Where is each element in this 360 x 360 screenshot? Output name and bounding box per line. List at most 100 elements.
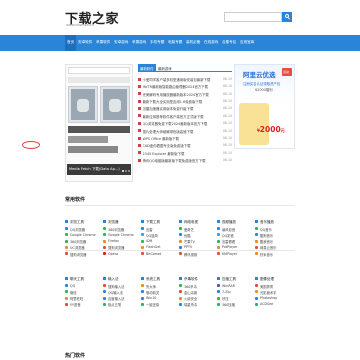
news-item[interactable]: 腾讯QQ电脑版最新版下载免费版官方下载 08-10 (138, 157, 232, 164)
category-heading[interactable]: 聊天工具 (65, 276, 101, 283)
software-name[interactable]: QQ浏览器 (70, 227, 101, 232)
software-name[interactable]: Win10 (146, 296, 177, 300)
category-label[interactable]: 系统工具 (146, 277, 160, 282)
category-heading[interactable]: 浏览工具 (65, 219, 101, 226)
software-name[interactable]: BitComet (146, 252, 177, 256)
software-name[interactable]: 金山毒霸 (184, 290, 215, 295)
category-label[interactable]: 视频播放 (222, 220, 236, 225)
ad-banner[interactable]: 阿里云优选 活动 注册实名认证领取资产包 ¥2000福利 ¥2000元 (234, 64, 295, 149)
software-name[interactable]: FlashGet (146, 245, 177, 249)
software-name[interactable]: 极点五笔 (108, 302, 139, 307)
news-title[interactable]: 2345 Explorer 最新版下载 (143, 151, 221, 156)
software-name[interactable]: ACDSee (260, 302, 291, 306)
software-name[interactable]: 好压 (222, 296, 253, 301)
news-item[interactable]: 最新应用推荐软件客户端官方正式版下载 08-10 (138, 113, 232, 120)
software-name[interactable]: QQ (70, 284, 101, 288)
news-title[interactable]: 图片处理大师破解绿色版高速下载 (143, 129, 221, 134)
software-name[interactable]: 瑞星杀毒 (184, 302, 215, 307)
software-name[interactable]: Google Chrome (108, 233, 139, 237)
software-name[interactable]: 虾米音乐 (260, 252, 291, 257)
software-name[interactable]: 驱动精灵 (146, 290, 177, 295)
news-item[interactable]: QQ浏览器免费下载2024最新版本官方下载 08-10 (138, 120, 232, 127)
category-heading[interactable]: 网络电视 (179, 219, 215, 226)
software-name[interactable]: 360浏览器 (70, 239, 101, 244)
software-name[interactable]: 迅雷看看 (222, 239, 253, 244)
software-name[interactable]: 微信 (70, 290, 101, 295)
software-name[interactable]: 鲁大师 (146, 284, 177, 289)
software-item[interactable]: YY语音 (65, 302, 101, 308)
category-heading[interactable]: 视频播放 (217, 219, 253, 226)
software-item[interactable]: KMPlayer (217, 251, 253, 257)
news-title[interactable]: 完美解码专用播放器最新版本2024官方下载 (143, 92, 221, 97)
software-name[interactable]: 搜狗浏览器 (70, 252, 101, 257)
software-name[interactable]: 光影魔术手 (260, 290, 291, 295)
search-button[interactable] (282, 12, 292, 22)
software-name[interactable]: PotPlayer (222, 245, 253, 249)
carousel-dot[interactable] (125, 170, 127, 172)
software-item[interactable]: ACDSee (255, 302, 291, 308)
software-item[interactable]: 极点五笔 (103, 302, 139, 308)
software-name[interactable]: 腾讯视频 (184, 252, 215, 257)
software-name[interactable]: 爱奇艺 (184, 227, 215, 232)
software-name[interactable]: QQ音乐 (260, 227, 291, 232)
nav-item-home[interactable]: 首页 (65, 35, 77, 51)
category-label[interactable]: 图像处理 (260, 277, 274, 282)
category-label[interactable]: 浏览器 (108, 220, 119, 225)
news-title[interactable]: MeTR最新版智能路由管理器2024官方下载 (143, 84, 221, 89)
news-item[interactable]: WPS Office 最新版下载 08-10 (138, 135, 232, 142)
software-name[interactable]: 美图秀秀 (260, 284, 291, 289)
category-label[interactable]: 音乐播放 (260, 220, 274, 225)
news-item[interactable]: 最新下载大全实用型应用1.6免费版下载 08-10 (138, 98, 232, 105)
nav-item[interactable]: 合集专区 (222, 40, 236, 45)
category-label[interactable]: 压缩工具 (222, 277, 236, 282)
software-item[interactable]: 搜狗浏览器 (65, 251, 101, 257)
category-heading[interactable]: 图像处理 (255, 276, 291, 283)
carousel-dot[interactable] (128, 170, 130, 172)
category-heading[interactable]: 系统工具 (141, 276, 177, 283)
software-item[interactable]: Opera (103, 251, 139, 257)
software-name[interactable]: Photoshop (260, 296, 291, 300)
nav-item[interactable]: 应用宝库 (240, 40, 254, 45)
news-item[interactable]: 完美解码专用播放器最新版本2024官方下载 08-10 (138, 91, 232, 98)
news-title[interactable]: WPS Office 最新版下载 (143, 136, 221, 141)
software-name[interactable]: QQ输入法 (108, 290, 139, 295)
nav-item[interactable]: 安卓游戏 (114, 40, 128, 45)
software-item[interactable]: 腾讯视频 (179, 251, 215, 257)
software-name[interactable]: YY语音 (70, 302, 101, 307)
news-title[interactable]: 最新应用推荐软件客户端官方正式版下载 (143, 114, 221, 119)
software-name[interactable]: 360压缩 (222, 302, 253, 307)
search-input[interactable] (224, 12, 282, 22)
category-heading[interactable]: 输入法 (103, 276, 139, 283)
category-heading[interactable]: 杀毒软件 (179, 276, 215, 283)
software-name[interactable]: 360浏览器 (108, 227, 139, 232)
category-label[interactable]: 浏览工具 (70, 220, 84, 225)
software-name[interactable]: 360杀毒 (184, 284, 215, 289)
category-heading[interactable]: 压缩工具 (217, 276, 253, 283)
software-name[interactable]: QQ旋风 (146, 233, 177, 238)
news-title[interactable]: CAD迷你看图专业版免费版下载 (143, 143, 221, 148)
software-item[interactable]: BitComet (141, 251, 177, 257)
software-name[interactable]: 暴风影音 (222, 227, 253, 232)
software-name[interactable]: Firefox (108, 239, 139, 243)
software-name[interactable]: 迅雷 (146, 227, 177, 232)
category-label[interactable]: 聊天工具 (70, 277, 84, 282)
software-name[interactable]: 酷狗音乐 (260, 233, 291, 238)
software-item[interactable]: 360压缩 (217, 302, 253, 308)
software-item[interactable]: 瑞星杀毒 (179, 302, 215, 308)
tab-latest-software[interactable]: 最新软件 (138, 64, 156, 72)
news-title[interactable]: 迅雷加速器实用版本免费升级下载 (143, 106, 221, 111)
software-name[interactable]: KMPlayer (222, 252, 253, 256)
software-name[interactable]: IDM (146, 239, 177, 243)
software-name[interactable]: Opera (108, 252, 139, 256)
nav-item[interactable]: 电脑专题 (168, 40, 182, 45)
software-name[interactable]: 7-Zip (222, 290, 253, 294)
nav-item[interactable]: 手机专题 (150, 40, 164, 45)
software-name[interactable]: 火绒安全 (184, 296, 215, 301)
nav-item[interactable]: 装机必备 (186, 40, 200, 45)
news-item[interactable]: 迅雷加速器实用版本免费升级下载 08-10 (138, 106, 232, 113)
news-title[interactable]: 腾讯QQ电脑版最新版下载免费版官方下载 (143, 158, 221, 163)
category-label[interactable]: 网络电视 (184, 220, 198, 225)
category-label[interactable]: 杀毒软件 (184, 277, 198, 282)
software-name[interactable]: WinRAR (222, 284, 253, 288)
software-name[interactable]: 百度输入法 (108, 296, 139, 301)
